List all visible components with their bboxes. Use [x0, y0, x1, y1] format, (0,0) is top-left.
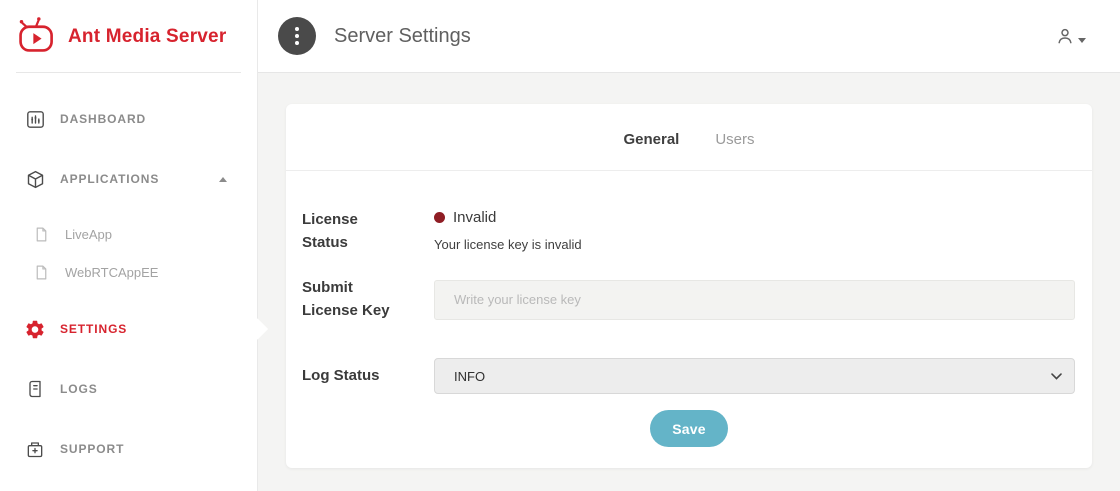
license-status-label: License Status [302, 209, 397, 254]
ant-media-logo-icon [16, 16, 58, 58]
log-status-select-wrap: INFO [434, 358, 1075, 394]
chevron-down-icon [1078, 38, 1086, 43]
sidebar-nav: DASHBOARD APPLICATIONS Liv [0, 73, 257, 471]
menu-button[interactable] [278, 17, 316, 55]
license-status-description: Your license key is invalid [434, 237, 1075, 252]
sidebar: Ant Media Server DASHBOARD [0, 0, 258, 491]
sidebar-item-liveapp[interactable]: LiveApp [0, 215, 257, 253]
chevron-up-icon [219, 177, 227, 182]
save-button[interactable]: Save [650, 410, 728, 447]
sidebar-item-applications[interactable]: APPLICATIONS [0, 157, 257, 201]
user-menu-button[interactable] [1055, 26, 1086, 46]
applications-icon [24, 169, 46, 190]
sidebar-item-label: SUPPORT [60, 442, 124, 456]
server-settings-card: General Users License Status Invalid You… [286, 104, 1092, 468]
sidebar-item-webrtcappee[interactable]: WebRTCAppEE [0, 253, 257, 291]
top-header: Server Settings [258, 0, 1120, 73]
app-window: Ant Media Server DASHBOARD [0, 0, 1120, 491]
sidebar-item-label: APPLICATIONS [60, 172, 159, 186]
sidebar-item-label: LOGS [60, 382, 98, 396]
main-area: Server Settings General Users Lice [258, 0, 1120, 491]
license-key-row: Submit License Key [286, 277, 1092, 322]
license-status-value: Invalid [453, 209, 496, 226]
log-status-label: Log Status [302, 365, 397, 388]
person-icon [1055, 26, 1075, 46]
file-icon [30, 264, 52, 281]
settings-tabs: General Users [286, 104, 1092, 171]
sidebar-item-dashboard[interactable]: DASHBOARD [0, 97, 257, 141]
support-icon [24, 439, 46, 459]
sidebar-item-label: LiveApp [65, 227, 112, 242]
license-key-input[interactable] [434, 280, 1075, 320]
sidebar-item-label: WebRTCAppEE [65, 265, 158, 280]
license-status-value-block: Invalid Your license key is invalid [434, 209, 1075, 252]
sidebar-item-support[interactable]: SUPPORT [0, 427, 257, 471]
log-status-row: Log Status INFO [286, 358, 1092, 394]
gear-icon [24, 318, 46, 341]
brand-name: Ant Media Server [68, 26, 226, 48]
kebab-icon [295, 27, 299, 45]
file-icon [30, 226, 52, 243]
log-status-select[interactable]: INFO [434, 358, 1075, 394]
brand-logo-row[interactable]: Ant Media Server [0, 0, 257, 58]
content-area: General Users License Status Invalid You… [258, 73, 1120, 491]
dashboard-icon [24, 109, 46, 130]
sidebar-item-label: SETTINGS [60, 322, 127, 336]
status-dot [434, 212, 445, 223]
page-title: Server Settings [334, 25, 471, 48]
license-key-label: Submit License Key [302, 277, 397, 322]
tab-users[interactable]: Users [715, 131, 754, 148]
sidebar-item-label: DASHBOARD [60, 112, 146, 126]
tab-general[interactable]: General [623, 131, 679, 148]
sidebar-item-logs[interactable]: LOGS [0, 367, 257, 411]
license-status-row: License Status Invalid Your license key … [286, 209, 1092, 254]
logs-icon [24, 379, 46, 399]
sidebar-item-settings[interactable]: SETTINGS [0, 307, 257, 351]
